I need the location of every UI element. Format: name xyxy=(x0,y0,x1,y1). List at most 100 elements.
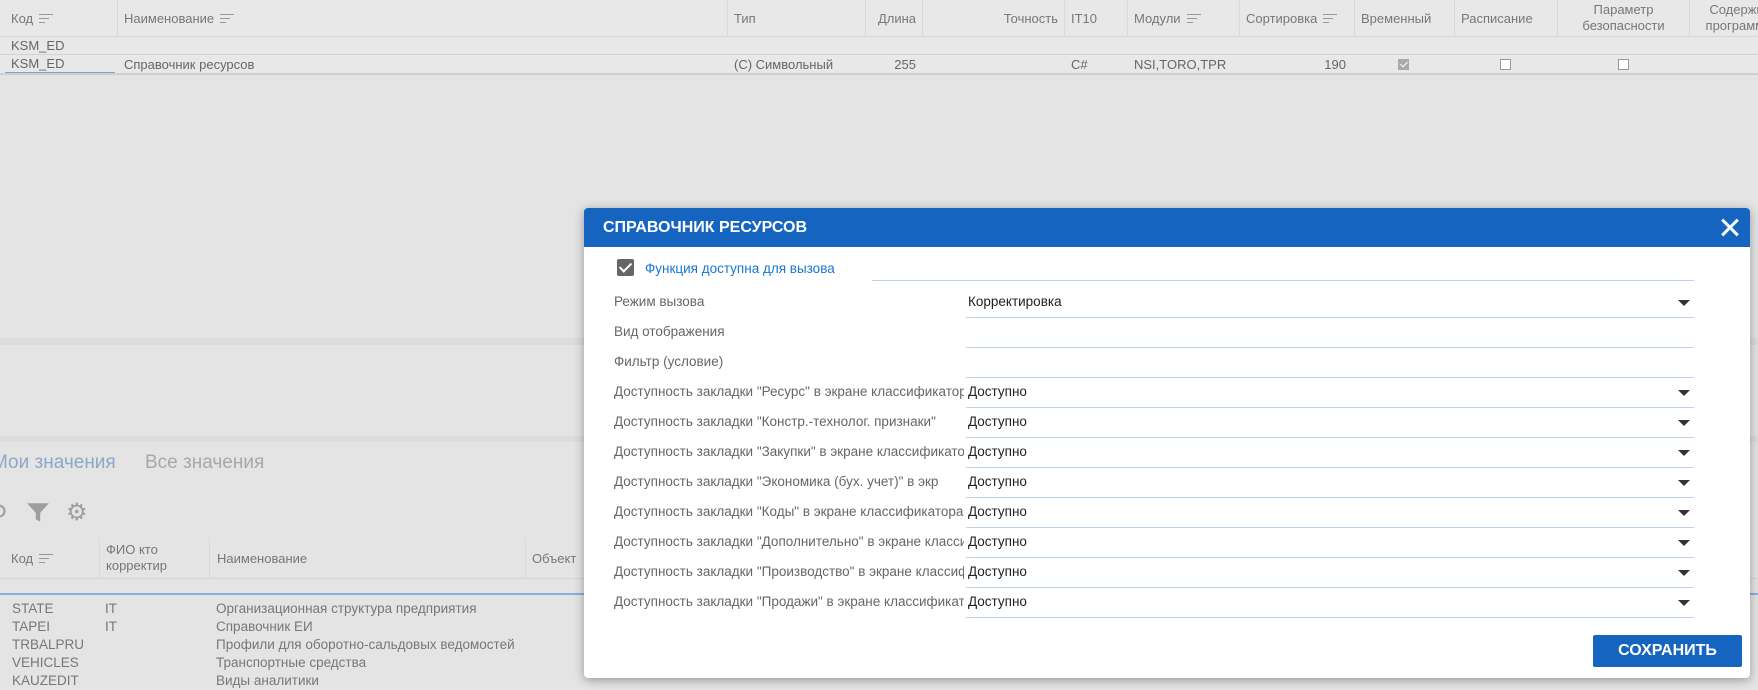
cell-schedule[interactable] xyxy=(1455,55,1555,73)
cell-precision xyxy=(923,55,1063,73)
column-header[interactable]: Тип xyxy=(728,0,866,36)
grid-header-row: Код Наименование Тип Длина Точность IT10 Модул… xyxy=(0,0,1758,37)
cell-type: (С) Символьный xyxy=(734,56,834,72)
form-field-row: Доступность закладки "Закупки" в экране … xyxy=(614,438,1714,468)
cell-code: KSM_ED xyxy=(5,55,115,73)
column-header-label: Наименование xyxy=(124,10,215,26)
field-select[interactable]: Доступно xyxy=(966,438,1694,468)
field-label: Доступность закладки "Коды" в экране кла… xyxy=(614,504,964,519)
column-header[interactable]: Модули xyxy=(1128,0,1240,36)
column-header-label: Тип xyxy=(734,10,756,26)
field-label: Доступность закладки "Ресурс" в экране к… xyxy=(614,384,964,399)
field-select[interactable]: Доступно xyxy=(966,528,1694,558)
function-available-checkbox[interactable] xyxy=(617,259,634,276)
cell-fio: IT xyxy=(105,601,117,616)
cell-length: 255 xyxy=(894,56,916,72)
gear-icon[interactable]: ⚙ xyxy=(66,498,88,527)
temporary-checkbox[interactable] xyxy=(1397,58,1409,70)
field-input[interactable] xyxy=(966,348,1694,378)
field-select[interactable]: Доступно xyxy=(966,558,1694,588)
form-field-row: Вид отображения xyxy=(614,318,1714,348)
column-header[interactable]: Параметр безопасности xyxy=(1558,0,1690,36)
cell-name: Профили для оборотно-сальдовых ведомосте… xyxy=(216,637,515,652)
schedule-checkbox[interactable] xyxy=(1499,58,1511,70)
column-header-object[interactable]: Объект xyxy=(526,538,586,578)
column-header[interactable]: Расписание xyxy=(1455,0,1558,36)
chevron-down-icon[interactable] xyxy=(1678,450,1690,456)
field-label: Доступность закладки "Закупки" в экране … xyxy=(614,444,964,459)
cell-code: STATE xyxy=(12,601,54,616)
tab-all-values[interactable]: Все значения xyxy=(145,452,264,474)
column-header[interactable]: Точность xyxy=(923,0,1065,36)
field-label: Доступность закладки "Производство" в эк… xyxy=(614,564,964,579)
column-header-code[interactable]: Код xyxy=(5,538,100,578)
column-header-name[interactable]: Наименование xyxy=(211,538,526,578)
field-select[interactable]: Доступно xyxy=(966,468,1694,498)
cell-name: Виды аналитики xyxy=(216,673,319,688)
cell-temporary[interactable] xyxy=(1355,55,1451,73)
chevron-down-icon[interactable] xyxy=(1678,300,1690,306)
column-header[interactable]: Сортировка xyxy=(1240,0,1355,36)
chevron-down-icon[interactable] xyxy=(1678,510,1690,516)
cell-code: VEHICLES xyxy=(12,655,79,670)
dialog-header: СПРАВОЧНИК РЕСУРСОВ xyxy=(584,208,1750,247)
cell-it10: C# xyxy=(1071,56,1088,72)
sort-icon xyxy=(220,13,235,23)
chevron-down-icon[interactable] xyxy=(1678,570,1690,576)
column-header[interactable]: Наименование xyxy=(118,0,728,36)
field-select[interactable]: Доступно xyxy=(966,498,1694,528)
sort-icon xyxy=(39,13,54,23)
column-header[interactable]: Код xyxy=(5,0,118,36)
field-value: Доступно xyxy=(968,564,1027,579)
field-value: Корректировка xyxy=(968,294,1062,309)
column-header[interactable]: IT10 xyxy=(1065,0,1128,36)
form-field-row: Фильтр (условие) xyxy=(614,348,1714,378)
field-label: Доступность закладки "Дополнительно" в э… xyxy=(614,534,964,549)
column-header-label: Код xyxy=(11,10,34,26)
save-button[interactable]: СОХРАНИТЬ xyxy=(1593,635,1742,667)
chevron-down-icon[interactable] xyxy=(1678,600,1690,606)
table-row[interactable]: KSM_ED Справочник ресурсов (С) Символьны… xyxy=(0,55,1758,75)
field-input[interactable] xyxy=(966,318,1694,348)
chevron-down-icon[interactable] xyxy=(1678,390,1690,396)
cell-modules: NSI,TORO,TPR xyxy=(1134,56,1227,72)
field-select[interactable]: Доступно xyxy=(966,588,1694,618)
field-label: Доступность закладки "Продажи" в экране … xyxy=(614,594,964,609)
column-header[interactable]: Временный xyxy=(1355,0,1455,36)
field-label: Доступность закладки "Экономика (бух. уч… xyxy=(614,474,939,489)
form-field-row: Доступность закладки "Экономика (бух. уч… xyxy=(614,468,1714,498)
sort-icon xyxy=(1323,13,1338,23)
tab-my-values[interactable]: Мои значения xyxy=(0,452,116,474)
cell-security[interactable] xyxy=(1558,55,1688,73)
security-checkbox[interactable] xyxy=(1617,58,1629,70)
code-filter-input[interactable]: KSM_ED xyxy=(5,36,115,54)
chevron-down-icon[interactable] xyxy=(1678,420,1690,426)
column-header-label: Временный xyxy=(1361,10,1432,26)
cell-code: TAPEI xyxy=(12,619,51,634)
field-select[interactable]: Доступно xyxy=(966,378,1694,408)
cell-name: Транспортные средства xyxy=(216,655,367,670)
field-select[interactable]: Корректировка xyxy=(966,288,1694,318)
dialog-title: СПРАВОЧНИК РЕСУРСОВ xyxy=(603,219,808,236)
column-header-label: IT10 xyxy=(1071,10,1098,26)
chevron-down-icon[interactable] xyxy=(1678,540,1690,546)
search-icon[interactable]: ⚲ xyxy=(0,500,8,529)
column-header[interactable]: Содержит программы xyxy=(1690,0,1758,36)
column-header[interactable]: Длина xyxy=(866,0,923,36)
column-header-label: Модули xyxy=(1134,10,1181,26)
column-header-fio[interactable]: ФИО кто корректир xyxy=(100,538,210,578)
sort-icon xyxy=(39,553,54,563)
cell-programs[interactable] xyxy=(1690,55,1758,73)
cell-name: Организационная структура предприятия xyxy=(216,601,477,616)
filter-icon[interactable] xyxy=(25,500,51,533)
chevron-down-icon[interactable] xyxy=(1678,480,1690,486)
form-field-row: Доступность закладки "Дополнительно" в э… xyxy=(614,528,1714,558)
function-available-label[interactable]: Функция доступна для вызова xyxy=(645,261,835,276)
field-select[interactable]: Доступно xyxy=(966,408,1694,438)
grid-filter-row: KSM_ED xyxy=(0,36,1758,55)
field-value: Доступно xyxy=(968,534,1027,549)
close-icon[interactable] xyxy=(1716,213,1744,241)
cell-code: KAUZEDIT xyxy=(12,673,79,688)
field-value: Доступно xyxy=(968,414,1027,429)
cell-code: TRBALPRU xyxy=(12,637,85,652)
